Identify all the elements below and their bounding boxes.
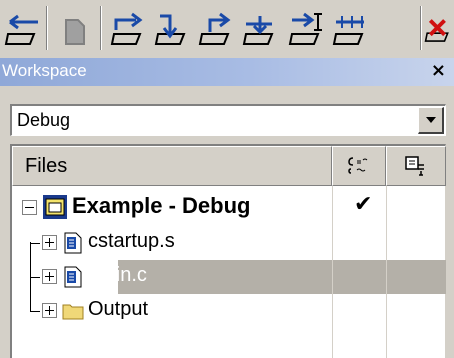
chevron-down-icon: [425, 117, 436, 123]
files-header: Files: [12, 146, 446, 186]
source-file-icon: [64, 266, 82, 288]
step-over-line-icon: [288, 12, 322, 45]
step-into-button[interactable]: [152, 10, 194, 50]
tree-item-file-selected[interactable]: main.c: [12, 260, 446, 294]
options-column-icon: [348, 157, 368, 174]
configuration-select[interactable]: Debug: [10, 104, 446, 136]
check-icon[interactable]: ✔: [354, 192, 372, 217]
stop-debugging-button[interactable]: [424, 10, 454, 50]
files-header-label: Files: [25, 155, 68, 177]
expand-toggle[interactable]: [42, 235, 57, 250]
close-icon[interactable]: ×: [431, 60, 446, 81]
files-column-header[interactable]: Files: [12, 146, 332, 186]
expand-toggle[interactable]: [42, 269, 57, 284]
run-to-cursor-icon: [242, 16, 274, 45]
debug-toolbar: [0, 0, 454, 58]
breakpoint-button[interactable]: [54, 10, 96, 50]
files-panel: Files Example - Debug ✔ cstartup.s main.…: [10, 144, 446, 358]
project-icon: [43, 195, 67, 219]
expand-toggle[interactable]: [42, 303, 57, 318]
run-to-cursor-button[interactable]: [240, 10, 282, 50]
dropdown-arrow-button[interactable]: [418, 107, 444, 134]
column-header-options[interactable]: [332, 146, 386, 186]
project-label: Example - Debug: [72, 193, 251, 218]
auto-step-button[interactable]: [330, 10, 372, 50]
tree-item-file[interactable]: cstartup.s: [12, 226, 446, 260]
file-label: main.c: [88, 264, 147, 286]
next-statement-icon: [198, 12, 231, 45]
breakpoint-icon: [65, 19, 85, 45]
source-file-icon: [64, 232, 82, 254]
build-column-icon: [405, 156, 424, 176]
step-into-icon: [154, 14, 186, 45]
tree-item-folder[interactable]: Output: [12, 294, 446, 328]
step-over-icon: [110, 12, 143, 45]
folder-label: Output: [88, 298, 149, 320]
tree-item-project[interactable]: Example - Debug ✔: [12, 190, 446, 224]
collapse-toggle[interactable]: [22, 200, 37, 215]
auto-step-icon: [332, 16, 364, 45]
workspace-titlebar: Workspace ×: [0, 58, 454, 86]
step-out-button[interactable]: [2, 10, 44, 50]
column-header-build[interactable]: [386, 146, 446, 186]
workspace-title: Workspace: [2, 61, 87, 80]
configuration-value: Debug: [17, 110, 71, 130]
next-statement-button[interactable]: [196, 10, 238, 50]
stop-debugging-icon: [424, 19, 449, 42]
step-over-line-button[interactable]: [286, 10, 328, 50]
folder-icon: [62, 304, 84, 320]
step-out-icon: [4, 14, 38, 45]
step-over-button[interactable]: [108, 10, 150, 50]
selection-highlight: [118, 260, 446, 294]
file-label: cstartup.s: [88, 230, 175, 252]
